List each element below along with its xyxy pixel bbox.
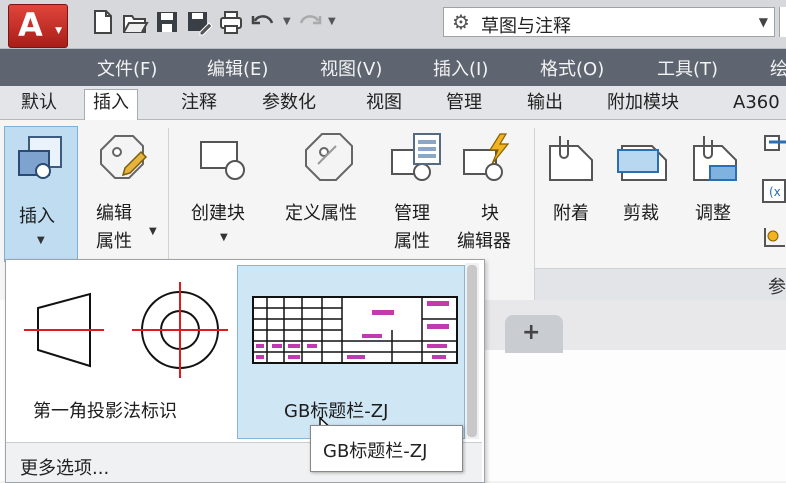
plus-icon: + [522,320,541,345]
underlay-layers-icon[interactable] [761,132,786,158]
undo-icon[interactable] [249,8,277,36]
create-block-icon[interactable] [197,134,253,182]
gallery-scrollbar-thumb[interactable] [467,265,477,437]
attach-label[interactable]: 附着 [553,200,589,227]
menu-draw[interactable]: 绘 [770,55,786,81]
edit-attribute-label[interactable]: 编辑 [96,200,132,227]
tooltip: GB标题栏-ZJ [310,425,463,472]
menu-view[interactable]: 视图(V) [320,55,382,81]
block-editor-label[interactable]: 块 [481,200,499,227]
tab-manage[interactable]: 管理 [446,90,482,118]
block-editor-label-2[interactable]: 编辑器 [457,228,511,255]
clip-label[interactable]: 剪裁 [623,200,659,227]
menu-edit[interactable]: 编辑(E) [207,55,268,81]
chevron-down-icon: ▼ [37,235,45,246]
edit-attribute-icon[interactable] [95,130,151,186]
create-block-label[interactable]: 创建块 [191,200,245,227]
chevron-down-icon[interactable]: ▼ [220,232,228,243]
menu-file[interactable]: 文件(F) [97,55,157,81]
insert-block-icon [18,136,62,179]
chevron-down-icon: ▼ [55,26,62,36]
more-options-label: 更多选项... [20,458,110,479]
tab-output[interactable]: 输出 [527,90,563,118]
first-angle-projection-thumbnail[interactable] [20,280,230,380]
new-file-tab[interactable]: + [505,315,563,353]
chevron-down-icon[interactable]: ▼ [149,226,157,237]
save-icon[interactable] [153,8,181,36]
menu-insert[interactable]: 插入(I) [433,55,488,81]
tab-default[interactable]: 默认 [21,90,57,118]
save-as-icon[interactable] [185,8,213,36]
panel-divider [168,128,169,266]
block-editor-icon[interactable] [460,130,518,186]
insert-label: 插入 [19,206,55,227]
tab-a360[interactable]: A360 [733,90,780,118]
ribbon-tab-bar: 默认 插入 注释 参数化 视图 管理 输出 附加模块 A360 [0,86,786,121]
attach-icon[interactable] [544,132,600,184]
gear-icon: ⚙ [452,10,470,34]
redo-icon[interactable] [296,8,324,36]
frames-icon[interactable] [761,224,786,250]
workspace-selector[interactable]: ⚙ 草图与注释 ▼ [443,7,775,37]
autocad-logo-icon: A [18,6,43,44]
define-attribute-label[interactable]: 定义属性 [285,200,357,227]
manage-attributes-label[interactable]: 管理 [394,200,430,227]
field-icon[interactable]: (x [761,178,786,204]
tab-parametric[interactable]: 参数化 [262,90,316,118]
tab-annotate[interactable]: 注释 [181,90,217,118]
gallery-item-label[interactable]: 第一角投影法标识 [33,398,177,425]
application-menu-button[interactable]: A ▼ [8,4,68,48]
adjust-icon[interactable] [688,132,746,188]
tab-insert[interactable]: 插入 [84,89,138,121]
menu-format[interactable]: 格式(O) [540,55,604,81]
gb-title-block-thumbnail [252,296,458,364]
define-attribute-icon[interactable] [300,128,358,186]
new-file-icon[interactable] [89,8,117,36]
tooltip-text: GB标题栏-ZJ [323,441,428,462]
clip-icon[interactable] [614,132,674,184]
manage-attributes-icon[interactable] [388,130,446,186]
workspace-name: 草图与注释 [481,16,571,37]
tab-addins[interactable]: 附加模块 [607,90,679,118]
reference-panel-label: 参 [768,277,786,298]
menu-tools[interactable]: 工具(T) [657,55,718,81]
reference-panel-title[interactable]: 参 [535,268,786,301]
svg-text:(x: (x [769,185,781,199]
insert-block-button[interactable]: 插入 ▼ [4,126,78,262]
adjust-label[interactable]: 调整 [695,200,731,227]
quick-access-toolbar: A ▼ ▼ ▼ ⚙ 草图与注释 ▼ [0,0,786,49]
tab-view[interactable]: 视图 [366,90,402,118]
redo-dropdown-icon[interactable]: ▼ [328,16,336,27]
open-folder-icon[interactable] [121,8,149,36]
manage-attributes-label-2[interactable]: 属性 [394,228,430,255]
edit-attribute-label-2[interactable]: 属性 [96,228,132,255]
menu-bar: 文件(F) 编辑(E) 视图(V) 插入(I) 格式(O) 工具(T) 绘 [0,49,786,86]
undo-dropdown-icon[interactable]: ▼ [283,16,291,27]
plot-icon[interactable] [217,8,245,36]
chevron-down-icon: ▼ [758,15,768,29]
qat-overflow [779,7,786,37]
